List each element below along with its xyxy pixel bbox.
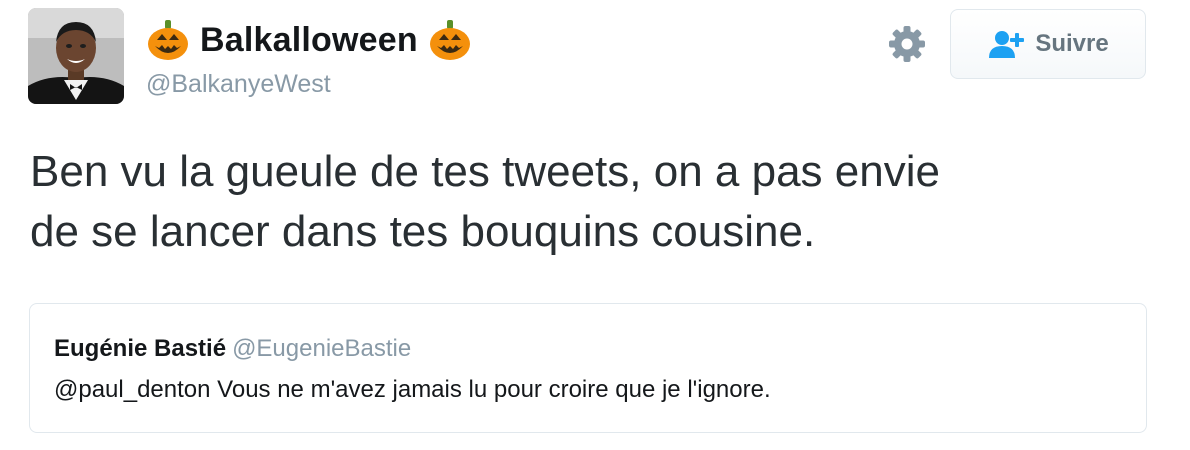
quoted-tweet-text: @paul_denton Vous ne m'avez jamais lu po… [54,376,771,403]
display-name-row: Balkalloween [146,14,472,66]
jack-o-lantern-icon [148,20,188,60]
jack-o-lantern-icon [429,20,470,60]
avatar[interactable] [28,8,124,104]
quoted-tweet-author: Eugénie Bastié [54,335,227,362]
quoted-tweet[interactable]: Eugénie Bastié @EugenieBastie @paul_dento… [29,303,1147,433]
gear-icon[interactable] [887,24,927,64]
quoted-tweet-handle: @EugenieBastie [232,335,412,362]
tweet-text: Ben vu la gueule de tes tweets, on a pas… [30,142,1150,262]
quoted-tweet-header: Eugénie Bastié @EugenieBastie [54,335,411,363]
follow-button-label: Suivre [1035,30,1109,57]
tweet-text-line: Ben vu la gueule de tes tweets, on a pas… [30,147,940,196]
tweet-text-line: de se lancer dans tes bouquins cousine. [30,207,816,256]
display-name[interactable]: Balkalloween [200,21,418,60]
add-user-icon [989,31,1025,58]
follow-button[interactable]: Suivre [950,9,1146,79]
user-handle[interactable]: @BalkanyeWest [146,70,331,99]
